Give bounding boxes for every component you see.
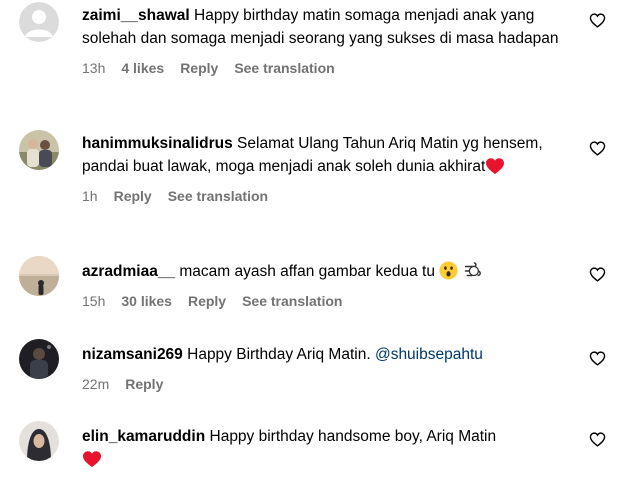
comment-body: macam ayash affan gambar kedua tu (179, 263, 435, 280)
reply-button[interactable]: Reply (180, 60, 218, 76)
heart-icon[interactable] (589, 350, 606, 367)
mention-link[interactable]: @shuibsepahtu (375, 346, 483, 363)
comment-text: elin_kamaruddin Happy birthday handsome … (82, 425, 572, 471)
avatar[interactable] (19, 339, 59, 379)
likes-count[interactable]: 30 likes (121, 293, 172, 309)
comment-text: zaimi__shawal Happy birthday matin somag… (82, 4, 572, 50)
heart-icon[interactable] (589, 431, 606, 448)
username[interactable]: nizamsani269 (82, 346, 183, 363)
username[interactable]: azradmiaa__ (82, 263, 175, 280)
see-translation-button[interactable]: See translation (234, 60, 334, 76)
timestamp[interactable]: 15h (82, 293, 105, 309)
username[interactable]: zaimi__shawal (82, 7, 190, 24)
avatar[interactable] (19, 130, 59, 170)
reply-button[interactable]: Reply (125, 376, 163, 392)
likes-count[interactable]: 4 likes (121, 60, 164, 76)
see-translation-button[interactable]: See translation (242, 293, 342, 309)
heart-icon[interactable] (589, 12, 606, 29)
username[interactable]: hanimmuksinalidrus (82, 135, 233, 152)
timestamp[interactable]: 13h (82, 60, 105, 76)
heart-icon[interactable] (589, 140, 606, 157)
avatar[interactable] (19, 2, 59, 42)
astonished-face-emoji (439, 261, 458, 280)
timestamp[interactable]: 22m (82, 376, 109, 392)
avatar[interactable] (19, 256, 59, 296)
comment-body: Happy Birthday Ariq Matin. (187, 346, 371, 363)
reply-button[interactable]: Reply (114, 188, 152, 204)
comment-text: azradmiaa__ macam ayash affan gambar ked… (82, 260, 572, 283)
comment-text: hanimmuksinalidrus Selamat Ulang Tahun A… (82, 132, 572, 178)
red-heart-emoji (82, 451, 102, 468)
comment-body: Happy birthday handsome boy, Ariq Matin (209, 428, 497, 445)
timestamp[interactable]: 1h (82, 188, 98, 204)
comment-text: nizamsani269 Happy Birthday Ariq Matin. … (82, 343, 572, 366)
reply-button[interactable]: Reply (188, 293, 226, 309)
red-heart-emoji (485, 158, 505, 175)
username[interactable]: elin_kamaruddin (82, 428, 205, 445)
heart-icon[interactable] (589, 266, 606, 283)
see-translation-button[interactable]: See translation (168, 188, 268, 204)
avatar[interactable] (19, 421, 59, 461)
wind-face-emoji (463, 262, 483, 280)
